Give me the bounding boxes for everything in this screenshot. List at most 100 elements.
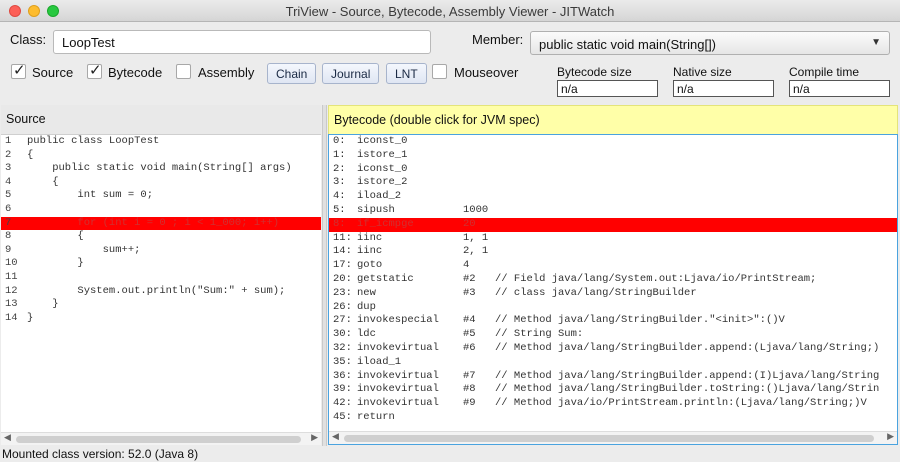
bytecode-line[interactable]: 27: invokespecial #4 // Method java/lang/St…: [329, 314, 897, 328]
source-line[interactable]: 13 }: [1, 298, 321, 312]
bytecode-offset: 39:: [333, 383, 352, 396]
line-number: 12: [5, 284, 18, 297]
bytecode-opcode: istore_2: [357, 176, 408, 189]
bytecode-offset: 35:: [333, 355, 352, 368]
line-number: 1: [5, 135, 12, 147]
member-select[interactable]: public static void main(String[]) ▼: [530, 31, 890, 55]
source-line[interactable]: 12 System.out.println("Sum:" + sum);: [1, 285, 321, 299]
bytecode-line[interactable]: 42: invokevirtual #9 // Method java/io/Prin…: [329, 397, 897, 411]
bytecode-comment: // Method java/lang/StringBuilder.append…: [495, 369, 880, 382]
source-line[interactable]: 11: [1, 271, 321, 285]
journal-button[interactable]: Journal: [322, 63, 380, 84]
source-line[interactable]: 5 int sum = 0;: [1, 189, 321, 203]
source-line-text: }: [27, 257, 84, 270]
scroll-left-icon[interactable]: ◀: [332, 431, 339, 442]
checkmark-icon: ✓: [89, 62, 102, 79]
bytecode-line[interactable]: 30: ldc #5 // String Sum:: [329, 328, 897, 342]
bytecode-code-area[interactable]: 0: iconst_0 1: istore_1 2: iconst_0 3: istore_2…: [328, 134, 898, 445]
bytecode-line[interactable]: 20: getstatic #2 // Field java/lang/System.…: [329, 273, 897, 287]
bytecode-opcode: getstatic: [357, 272, 414, 285]
bytecode-comment: // Method java/lang/StringBuilder.toStri…: [495, 383, 880, 396]
bytecode-line[interactable]: 4: iload_2: [329, 190, 897, 204]
assembly-checkbox-label[interactable]: Assembly: [198, 65, 254, 80]
bytecode-offset: 45:: [333, 410, 352, 423]
bytecode-line[interactable]: 35: iload_1: [329, 356, 897, 370]
source-line-text: int sum = 0;: [27, 189, 154, 202]
scroll-right-icon[interactable]: ▶: [311, 432, 318, 443]
bytecode-operand: #5: [463, 328, 476, 341]
bytecode-line[interactable]: 8: if_icmpge 20: [329, 217, 897, 232]
source-line[interactable]: 6: [1, 203, 321, 217]
bytecode-offset: 26:: [333, 300, 352, 313]
checkmark-icon: ✓: [13, 62, 26, 79]
bytecode-line[interactable]: 14: iinc 2, 1: [329, 245, 897, 259]
bytecode-operand: #7: [463, 369, 476, 382]
assembly-checkbox[interactable]: [176, 64, 191, 79]
bytecode-operand: #6: [463, 341, 476, 354]
bytecode-opcode: invokevirtual: [357, 369, 439, 382]
source-line-text: {: [27, 230, 84, 243]
bytecode-opcode: if_icmpge: [357, 217, 414, 230]
bytecode-line[interactable]: 0: iconst_0: [329, 135, 897, 149]
source-line[interactable]: 14}: [1, 312, 321, 326]
source-line[interactable]: 9 sum++;: [1, 244, 321, 258]
source-line-text: sum++;: [27, 243, 141, 256]
bytecode-opcode: iconst_0: [357, 135, 408, 147]
source-line[interactable]: 8 {: [1, 230, 321, 244]
bytecode-line[interactable]: 36: invokevirtual #7 // Method java/lang/St…: [329, 370, 897, 384]
line-number: 3: [5, 162, 12, 175]
source-line[interactable]: 1 public class LoopTest: [1, 135, 321, 149]
bytecode-line[interactable]: 1: istore_1: [329, 149, 897, 163]
line-number: 10: [5, 257, 18, 270]
source-line[interactable]: 4 {: [1, 176, 321, 190]
bytecode-line[interactable]: 45: return: [329, 411, 897, 425]
bytecode-horizontal-scrollbar[interactable]: ◀ ▶: [329, 431, 897, 444]
bytecode-opcode: iload_1: [357, 355, 402, 368]
mouseover-checkbox-label[interactable]: Mouseover: [454, 65, 518, 80]
line-number: 4: [5, 175, 12, 188]
line-number: 5: [5, 189, 12, 202]
bytecode-checkbox-label[interactable]: Bytecode: [108, 65, 162, 80]
class-field[interactable]: LoopTest: [53, 30, 431, 54]
member-select-value: public static void main(String[]): [539, 37, 717, 52]
chain-button[interactable]: Chain: [267, 63, 317, 84]
source-line[interactable]: 3 public static void main(String[] args): [1, 162, 321, 176]
bytecode-offset: 27:: [333, 314, 352, 327]
mouseover-checkbox[interactable]: [432, 64, 447, 79]
bytecode-comment: // String Sum:: [495, 328, 584, 341]
bytecode-line[interactable]: 5: sipush 1000: [329, 204, 897, 218]
scroll-right-icon[interactable]: ▶: [887, 431, 894, 442]
bytecode-opcode: invokespecial: [357, 314, 439, 327]
source-line-text: for (int i = 0 ; i < 1_000; i++): [27, 216, 280, 229]
bytecode-offset: 30:: [333, 328, 352, 341]
source-code-area[interactable]: 1 public class LoopTest 2{3 public static …: [1, 135, 321, 432]
bytecode-operand: 1000: [463, 203, 489, 216]
bytecode-offset: 5:: [333, 203, 346, 216]
bytecode-checkbox[interactable]: ✓: [87, 62, 102, 79]
scroll-left-icon[interactable]: ◀: [4, 432, 11, 443]
bytecode-opcode: iconst_0: [357, 162, 408, 175]
source-checkbox-label[interactable]: Source: [32, 65, 73, 80]
bytecode-scroll-thumb[interactable]: [344, 435, 874, 442]
bytecode-line[interactable]: 11: iinc 1, 1: [329, 232, 897, 246]
bytecode-line[interactable]: 26: dup: [329, 301, 897, 315]
bytecode-line[interactable]: 3: istore_2: [329, 176, 897, 190]
bytecode-size-value: n/a: [557, 80, 658, 97]
title-bar: TriView - Source, Bytecode, Assembly Vie…: [0, 0, 900, 22]
bytecode-line[interactable]: 23: new #3 // class java/lang/StringBuilder: [329, 287, 897, 301]
bytecode-opcode: iinc: [357, 245, 383, 258]
lnt-button[interactable]: LNT: [386, 63, 427, 84]
bytecode-line[interactable]: 39: invokevirtual #8 // Method java/lang/St…: [329, 383, 897, 397]
source-horizontal-scrollbar[interactable]: ◀ ▶: [1, 432, 321, 445]
source-line[interactable]: 2{: [1, 149, 321, 163]
bytecode-comment: // Method java/lang/StringBuilder.append…: [495, 341, 880, 354]
source-checkbox[interactable]: ✓: [11, 62, 26, 79]
source-line[interactable]: 10 }: [1, 257, 321, 271]
source-line[interactable]: 7 for (int i = 0 ; i < 1_000; i++): [1, 216, 321, 231]
bytecode-line[interactable]: 17: goto 4: [329, 259, 897, 273]
split-pane-divider[interactable]: [322, 105, 327, 446]
bytecode-line[interactable]: 32: invokevirtual #6 // Method java/lang/St…: [329, 342, 897, 356]
bytecode-line[interactable]: 2: iconst_0: [329, 163, 897, 177]
source-scroll-thumb[interactable]: [16, 436, 301, 443]
bytecode-pane-header: Bytecode (double click for JVM spec): [328, 105, 898, 135]
